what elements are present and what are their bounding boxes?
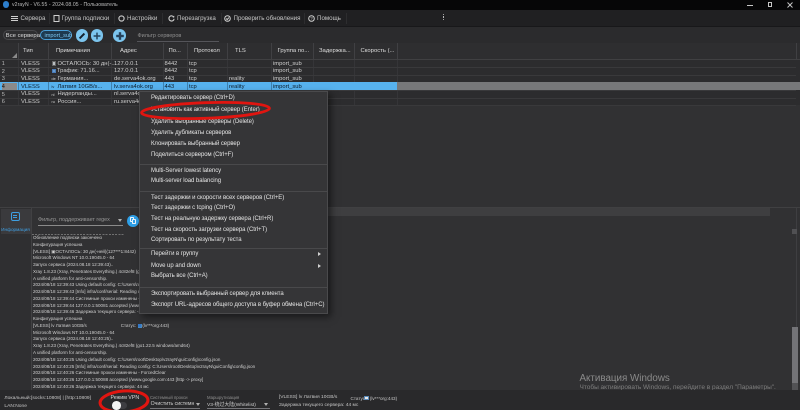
svg-text:?: ? [310,16,313,21]
